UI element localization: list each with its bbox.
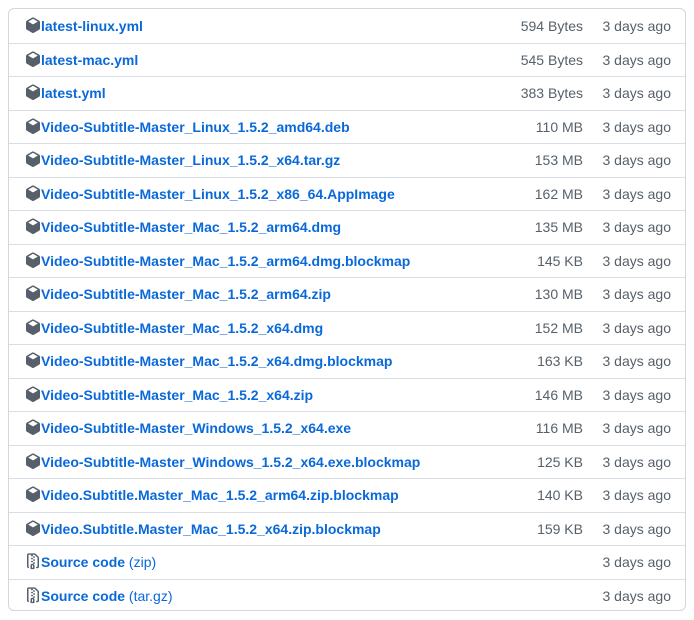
asset-row: latest.yml 383 Bytes 3 days ago [9, 76, 685, 110]
source-code-label: Source code [41, 587, 126, 604]
package-icon [25, 51, 41, 67]
package-icon [25, 252, 41, 268]
asset-row: Video-Subtitle-Master_Linux_1.5.2_amd64.… [9, 109, 685, 144]
asset-date: 3 days ago [602, 51, 672, 68]
asset-size: 130 MB [534, 286, 583, 303]
asset-link[interactable]: Video-Subtitle-Master_Mac_1.5.2_arm64.zi… [41, 286, 331, 302]
asset-link[interactable]: Video-Subtitle-Master_Mac_1.5.2_x64.dmg.… [41, 353, 392, 369]
source-code-format: (tar.gz) [128, 587, 173, 604]
asset-link[interactable]: latest.yml [41, 85, 106, 101]
asset-row: Video.Subtitle.Master_Mac_1.5.2_x64.zip.… [9, 511, 685, 546]
asset-link[interactable]: Video-Subtitle-Master_Windows_1.5.2_x64.… [41, 420, 351, 436]
asset-size: 159 KB [537, 520, 583, 537]
asset-row: Video-Subtitle-Master_Mac_1.5.2_x64.zip … [9, 377, 685, 412]
asset-date: 3 days ago [602, 587, 672, 604]
asset-row: Video-Subtitle-Master_Mac_1.5.2_x64.dmg … [9, 310, 685, 345]
source-code-row: Source code (zip) 3 days ago [9, 545, 685, 579]
asset-row: Video-Subtitle-Master_Mac_1.5.2_arm64.zi… [9, 277, 685, 311]
package-icon [25, 453, 41, 469]
asset-link[interactable]: Video-Subtitle-Master_Linux_1.5.2_x86_64… [41, 186, 395, 202]
asset-size: 594 Bytes [520, 17, 583, 34]
asset-row: latest-mac.yml 545 Bytes 3 days ago [9, 42, 685, 77]
asset-date: 3 days ago [602, 319, 672, 336]
package-icon [25, 520, 41, 536]
asset-link[interactable]: Video-Subtitle-Master_Windows_1.5.2_x64.… [41, 454, 420, 470]
asset-row: Video-Subtitle-Master_Mac_1.5.2_x64.dmg.… [9, 344, 685, 378]
asset-link[interactable]: latest-mac.yml [41, 52, 138, 68]
asset-link[interactable]: Video-Subtitle-Master_Mac_1.5.2_arm64.dm… [41, 219, 341, 235]
asset-date: 3 days ago [602, 487, 672, 504]
asset-size: 110 MB [535, 118, 583, 135]
package-icon [25, 486, 41, 503]
asset-date: 3 days ago [602, 185, 672, 202]
asset-row: Video-Subtitle-Master_Mac_1.5.2_arm64.dm… [9, 210, 685, 244]
asset-link[interactable]: Video-Subtitle-Master_Mac_1.5.2_x64.zip [41, 387, 313, 403]
package-icon [25, 17, 41, 33]
asset-link[interactable]: Video-Subtitle-Master_Linux_1.5.2_amd64.… [41, 119, 350, 135]
file-zip-icon [25, 553, 41, 570]
asset-row: Video-Subtitle-Master_Linux_1.5.2_x64.ta… [9, 143, 685, 177]
asset-link[interactable]: Video-Subtitle-Master_Mac_1.5.2_x64.dmg [41, 320, 323, 336]
package-icon [25, 84, 41, 101]
asset-date: 3 days ago [602, 85, 672, 102]
asset-size: 383 Bytes [520, 85, 583, 102]
package-icon [25, 185, 41, 201]
asset-link[interactable]: Video.Subtitle.Master_Mac_1.5.2_x64.zip.… [41, 521, 381, 537]
asset-date: 3 days ago [602, 152, 672, 169]
package-icon [25, 352, 41, 369]
package-icon [25, 386, 41, 402]
asset-row: latest-linux.yml 594 Bytes 3 days ago [9, 9, 685, 43]
source-code-format: (zip) [128, 554, 157, 571]
asset-date: 3 days ago [602, 554, 672, 571]
asset-date: 3 days ago [602, 286, 672, 303]
source-code-label: Source code [41, 554, 126, 571]
asset-date: 3 days ago [602, 386, 672, 403]
asset-row: Video-Subtitle-Master_Linux_1.5.2_x86_64… [9, 176, 685, 211]
asset-date: 3 days ago [602, 17, 672, 34]
package-icon [25, 218, 41, 235]
asset-size: 163 KB [537, 353, 583, 370]
asset-date: 3 days ago [602, 420, 672, 437]
asset-link[interactable]: latest-linux.yml [41, 18, 143, 34]
asset-size: 162 MB [534, 185, 583, 202]
release-assets-list: latest-linux.yml 594 Bytes 3 days ago la… [8, 8, 686, 611]
asset-link[interactable]: Video-Subtitle-Master_Mac_1.5.2_arm64.dm… [41, 253, 410, 269]
asset-size: 545 Bytes [520, 51, 583, 68]
asset-row: Video-Subtitle-Master_Mac_1.5.2_arm64.dm… [9, 243, 685, 278]
asset-date: 3 days ago [602, 252, 672, 269]
asset-row: Video-Subtitle-Master_Windows_1.5.2_x64.… [9, 444, 685, 479]
source-code-row: Source code (tar.gz) 3 days ago [9, 578, 685, 611]
asset-date: 3 days ago [602, 219, 672, 236]
asset-link[interactable]: Video-Subtitle-Master_Linux_1.5.2_x64.ta… [41, 152, 340, 168]
asset-size: 125 KB [537, 453, 583, 470]
asset-link[interactable]: Video.Subtitle.Master_Mac_1.5.2_arm64.zi… [41, 487, 399, 503]
asset-date: 3 days ago [602, 453, 672, 470]
package-icon [25, 319, 41, 335]
asset-size: 146 MB [534, 386, 583, 403]
asset-size: 140 KB [537, 487, 583, 504]
source-code-targz-link[interactable]: Source code (tar.gz) [41, 588, 173, 604]
asset-size: 135 MB [534, 219, 583, 236]
source-code-zip-link[interactable]: Source code (zip) [41, 554, 156, 570]
asset-size: 153 MB [534, 152, 583, 169]
asset-date: 3 days ago [602, 520, 672, 537]
package-icon [25, 419, 41, 436]
file-zip-icon [25, 586, 41, 603]
asset-size: 152 MB [534, 319, 583, 336]
asset-size: 145 KB [537, 252, 583, 269]
asset-date: 3 days ago [602, 118, 672, 135]
package-icon [25, 151, 41, 168]
asset-size: 116 MB [535, 420, 583, 437]
asset-date: 3 days ago [602, 353, 672, 370]
package-icon [25, 118, 41, 134]
asset-row: Video-Subtitle-Master_Windows_1.5.2_x64.… [9, 411, 685, 445]
package-icon [25, 285, 41, 302]
asset-row: Video.Subtitle.Master_Mac_1.5.2_arm64.zi… [9, 478, 685, 512]
